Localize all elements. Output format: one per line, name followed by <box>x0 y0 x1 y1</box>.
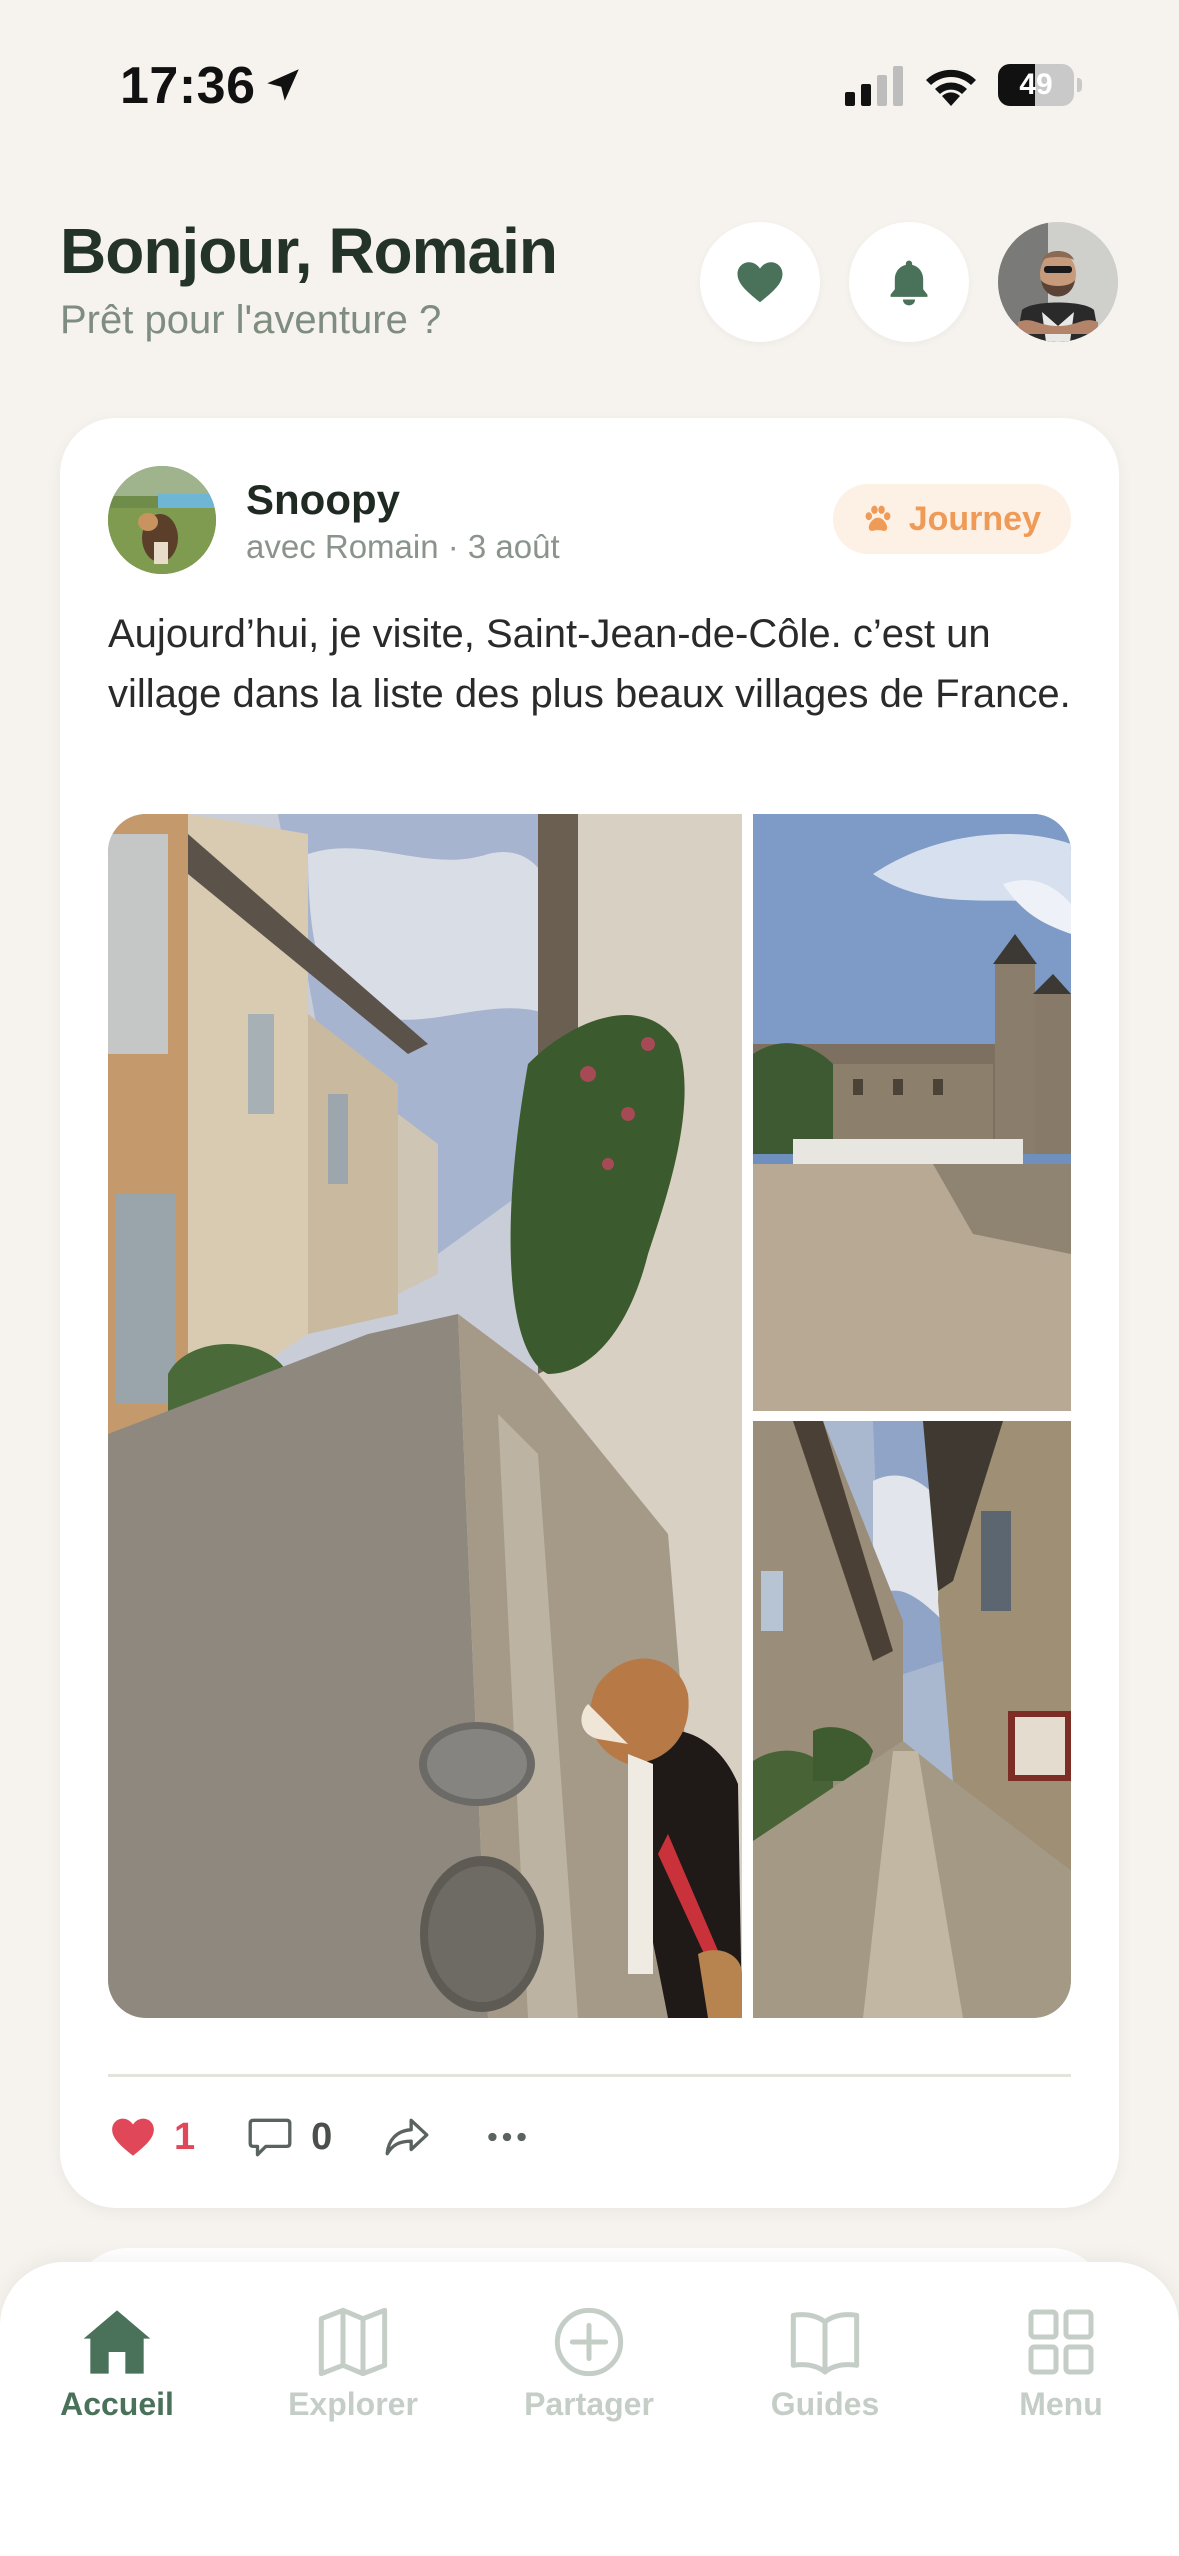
nav-label-guides: Guides <box>770 2386 880 2422</box>
greeting-subtitle: Prêt pour l'aventure ? <box>60 298 442 342</box>
post-card[interactable]: Snoopy avec Romain · 3 août Journey Aujo… <box>60 418 1119 2208</box>
nav-item-explorer[interactable]: Explorer <box>253 2302 453 2423</box>
comment-count: 0 <box>311 2115 333 2158</box>
comment-button[interactable]: 0 <box>245 2112 332 2162</box>
nav-item-guides[interactable]: Guides <box>725 2302 925 2423</box>
photo-grid[interactable] <box>108 814 1071 2018</box>
like-count: 1 <box>174 2115 196 2158</box>
author-avatar-image <box>108 466 216 574</box>
status-bar: 17:36 49 <box>0 0 1179 170</box>
paw-icon <box>865 505 891 531</box>
card-divider <box>108 2074 1071 2077</box>
journey-badge[interactable]: Journey <box>832 484 1071 554</box>
map-icon <box>318 2307 388 2377</box>
grid-icon <box>1028 2309 1094 2375</box>
bell-icon <box>890 260 928 306</box>
photo-alley[interactable] <box>753 1421 1071 2018</box>
share-arrow-icon <box>385 2118 429 2156</box>
nav-label-explorer: Explorer <box>288 2386 418 2422</box>
home-icon <box>83 2310 151 2374</box>
more-options-button[interactable] <box>482 2112 532 2162</box>
location-arrow-icon <box>267 69 299 101</box>
post-text: Aujourd’hui, je visite, Saint-Jean-de-Cô… <box>108 612 1071 716</box>
post-author[interactable]: Snoopy <box>246 476 400 524</box>
author-avatar[interactable] <box>108 466 216 574</box>
greeting-title: Bonjour, Romain <box>60 215 558 287</box>
journey-badge-label: Journey <box>908 499 1041 538</box>
share-button[interactable] <box>382 2112 432 2162</box>
book-icon <box>790 2312 860 2375</box>
post-meta: avec Romain · 3 août <box>246 528 560 565</box>
nav-label-menu: Menu <box>1019 2386 1103 2422</box>
bottom-navigation: Accueil Explorer Partager Guides Menu <box>0 2262 1179 2556</box>
heart-filled-icon <box>112 2118 154 2156</box>
nav-item-partager[interactable]: Partager <box>489 2302 689 2423</box>
status-time: 17:36 <box>120 57 256 115</box>
favorites-button[interactable] <box>700 222 820 342</box>
plus-circle-icon <box>554 2307 624 2377</box>
like-button[interactable]: 1 <box>108 2112 195 2162</box>
ellipsis-icon <box>488 2132 527 2142</box>
battery-level: 49 <box>1019 68 1053 101</box>
cellular-signal-icon <box>845 66 903 106</box>
photo-chateau[interactable] <box>753 814 1071 1411</box>
nav-item-accueil[interactable]: Accueil <box>17 2302 217 2423</box>
photo-street-dog[interactable] <box>108 814 742 2018</box>
post-actions: 1 0 <box>108 2102 582 2172</box>
wifi-icon <box>926 69 976 106</box>
nav-item-menu[interactable]: Menu <box>961 2302 1161 2423</box>
heart-icon <box>737 262 783 303</box>
notifications-button[interactable] <box>849 222 969 342</box>
user-avatar-image <box>998 222 1118 342</box>
comment-icon <box>248 2118 292 2157</box>
battery-indicator: 49 <box>998 64 1082 106</box>
profile-avatar[interactable] <box>998 222 1118 342</box>
nav-label-partager: Partager <box>524 2386 654 2422</box>
nav-label-accueil: Accueil <box>60 2386 174 2422</box>
